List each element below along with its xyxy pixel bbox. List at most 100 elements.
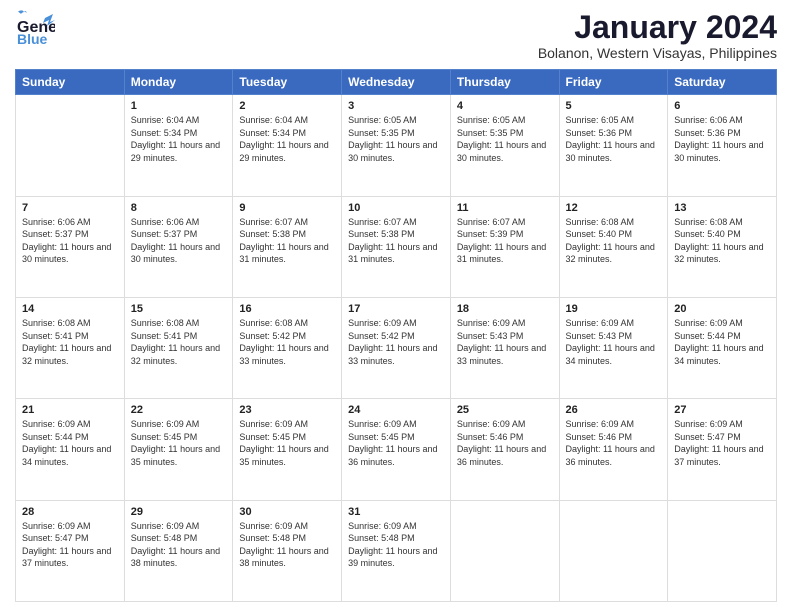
calendar-cell: 27 Sunrise: 6:09 AM Sunset: 5:47 PM Dayli…: [668, 399, 777, 500]
day-number: 29: [131, 506, 227, 518]
cell-daylight-info: Sunrise: 6:08 AM Sunset: 5:40 PM Dayligh…: [566, 216, 662, 266]
calendar-week-row: 14 Sunrise: 6:08 AM Sunset: 5:41 PM Dayli…: [16, 297, 777, 398]
day-number: 6: [674, 100, 770, 112]
calendar-cell: 8 Sunrise: 6:06 AM Sunset: 5:37 PM Daylig…: [124, 196, 233, 297]
cell-daylight-info: Sunrise: 6:07 AM Sunset: 5:39 PM Dayligh…: [457, 216, 553, 266]
cell-daylight-info: Sunrise: 6:06 AM Sunset: 5:37 PM Dayligh…: [22, 216, 118, 266]
day-number: 31: [348, 506, 444, 518]
cell-daylight-info: Sunrise: 6:09 AM Sunset: 5:45 PM Dayligh…: [348, 418, 444, 468]
calendar-cell: 15Sunrise: 6:08 AM Sunset: 5:41 PM Dayli…: [124, 297, 233, 398]
cell-daylight-info: Sunrise: 6:09 AM Sunset: 5:48 PM Dayligh…: [239, 520, 335, 570]
calendar-cell: 3 Sunrise: 6:05 AM Sunset: 5:35 PM Daylig…: [342, 95, 451, 196]
day-number: 10: [348, 202, 444, 214]
calendar-week-row: 28Sunrise: 6:09 AM Sunset: 5:47 PM Dayli…: [16, 500, 777, 601]
calendar-cell: 26Sunrise: 6:09 AM Sunset: 5:46 PM Dayli…: [559, 399, 668, 500]
col-thursday: Thursday: [450, 70, 559, 95]
cell-daylight-info: Sunrise: 6:09 AM Sunset: 5:46 PM Dayligh…: [566, 418, 662, 468]
calendar-cell: 18 Sunrise: 6:09 AM Sunset: 5:43 PM Dayli…: [450, 297, 559, 398]
day-number: 25: [457, 404, 553, 416]
day-number: 7: [22, 202, 118, 214]
day-number: 30: [239, 506, 335, 518]
cell-daylight-info: Sunrise: 6:09 AM Sunset: 5:46 PM Dayligh…: [457, 418, 553, 468]
cell-daylight-info: Sunrise: 6:09 AM Sunset: 5:43 PM Dayligh…: [566, 317, 662, 367]
cell-daylight-info: Sunrise: 6:07 AM Sunset: 5:38 PM Dayligh…: [239, 216, 335, 266]
cell-daylight-info: Sunrise: 6:09 AM Sunset: 5:47 PM Dayligh…: [674, 418, 770, 468]
col-sunday: Sunday: [16, 70, 125, 95]
day-number: 11: [457, 202, 553, 214]
calendar-cell: 6 Sunrise: 6:06 AM Sunset: 5:36 PM Daylig…: [668, 95, 777, 196]
calendar-cell: [16, 95, 125, 196]
calendar-week-row: 21Sunrise: 6:09 AM Sunset: 5:44 PM Dayli…: [16, 399, 777, 500]
day-number: 27: [674, 404, 770, 416]
col-saturday: Saturday: [668, 70, 777, 95]
header: General Blue January 2024 Bolanon, Weste…: [15, 10, 777, 61]
day-number: 20: [674, 303, 770, 315]
cell-daylight-info: Sunrise: 6:09 AM Sunset: 5:42 PM Dayligh…: [348, 317, 444, 367]
calendar-cell: [559, 500, 668, 601]
calendar-cell: 5 Sunrise: 6:05 AM Sunset: 5:36 PM Daylig…: [559, 95, 668, 196]
day-number: 23: [239, 404, 335, 416]
calendar-cell: 19 Sunrise: 6:09 AM Sunset: 5:43 PM Dayli…: [559, 297, 668, 398]
calendar-header-row: Sunday Monday Tuesday Wednesday Thursday…: [16, 70, 777, 95]
main-title: January 2024: [538, 10, 777, 45]
day-number: 1: [131, 100, 227, 112]
calendar-cell: 14 Sunrise: 6:08 AM Sunset: 5:41 PM Dayli…: [16, 297, 125, 398]
col-monday: Monday: [124, 70, 233, 95]
day-number: 3: [348, 100, 444, 112]
day-number: 5: [566, 100, 662, 112]
cell-daylight-info: Sunrise: 6:08 AM Sunset: 5:41 PM Dayligh…: [131, 317, 227, 367]
col-tuesday: Tuesday: [233, 70, 342, 95]
cell-daylight-info: Sunrise: 6:08 AM Sunset: 5:40 PM Dayligh…: [674, 216, 770, 266]
calendar-cell: 9 Sunrise: 6:07 AM Sunset: 5:38 PM Daylig…: [233, 196, 342, 297]
day-number: 18: [457, 303, 553, 315]
cell-daylight-info: Sunrise: 6:09 AM Sunset: 5:47 PM Dayligh…: [22, 520, 118, 570]
calendar-cell: 12 Sunrise: 6:08 AM Sunset: 5:40 PM Dayli…: [559, 196, 668, 297]
cell-daylight-info: Sunrise: 6:04 AM Sunset: 5:34 PM Dayligh…: [239, 114, 335, 164]
cell-daylight-info: Sunrise: 6:06 AM Sunset: 5:36 PM Dayligh…: [674, 114, 770, 164]
cell-daylight-info: Sunrise: 6:09 AM Sunset: 5:44 PM Dayligh…: [22, 418, 118, 468]
calendar-week-row: 7 Sunrise: 6:06 AM Sunset: 5:37 PM Daylig…: [16, 196, 777, 297]
cell-daylight-info: Sunrise: 6:08 AM Sunset: 5:41 PM Dayligh…: [22, 317, 118, 367]
day-number: 9: [239, 202, 335, 214]
col-friday: Friday: [559, 70, 668, 95]
calendar-cell: 22 Sunrise: 6:09 AM Sunset: 5:45 PM Dayli…: [124, 399, 233, 500]
logo-icon: General Blue: [15, 10, 55, 50]
calendar-cell: 17 Sunrise: 6:09 AM Sunset: 5:42 PM Dayli…: [342, 297, 451, 398]
cell-daylight-info: Sunrise: 6:05 AM Sunset: 5:36 PM Dayligh…: [566, 114, 662, 164]
day-number: 16: [239, 303, 335, 315]
calendar-cell: 20 Sunrise: 6:09 AM Sunset: 5:44 PM Dayli…: [668, 297, 777, 398]
cell-daylight-info: Sunrise: 6:09 AM Sunset: 5:45 PM Dayligh…: [239, 418, 335, 468]
cell-daylight-info: Sunrise: 6:08 AM Sunset: 5:42 PM Dayligh…: [239, 317, 335, 367]
cell-daylight-info: Sunrise: 6:05 AM Sunset: 5:35 PM Dayligh…: [457, 114, 553, 164]
cell-daylight-info: Sunrise: 6:06 AM Sunset: 5:37 PM Dayligh…: [131, 216, 227, 266]
day-number: 22: [131, 404, 227, 416]
logo: General Blue: [15, 10, 55, 50]
cell-daylight-info: Sunrise: 6:04 AM Sunset: 5:34 PM Dayligh…: [131, 114, 227, 164]
cell-daylight-info: Sunrise: 6:07 AM Sunset: 5:38 PM Dayligh…: [348, 216, 444, 266]
calendar-week-row: 1 Sunrise: 6:04 AM Sunset: 5:34 PM Daylig…: [16, 95, 777, 196]
calendar-cell: 31 Sunrise: 6:09 AM Sunset: 5:48 PM Dayli…: [342, 500, 451, 601]
day-number: 24: [348, 404, 444, 416]
calendar-cell: 23 Sunrise: 6:09 AM Sunset: 5:45 PM Dayli…: [233, 399, 342, 500]
day-number: 14: [22, 303, 118, 315]
cell-daylight-info: Sunrise: 6:05 AM Sunset: 5:35 PM Dayligh…: [348, 114, 444, 164]
cell-daylight-info: Sunrise: 6:09 AM Sunset: 5:48 PM Dayligh…: [131, 520, 227, 570]
col-wednesday: Wednesday: [342, 70, 451, 95]
calendar-cell: 1 Sunrise: 6:04 AM Sunset: 5:34 PM Daylig…: [124, 95, 233, 196]
day-number: 8: [131, 202, 227, 214]
cell-daylight-info: Sunrise: 6:09 AM Sunset: 5:45 PM Dayligh…: [131, 418, 227, 468]
calendar-cell: 10 Sunrise: 6:07 AM Sunset: 5:38 PM Dayli…: [342, 196, 451, 297]
calendar-cell: 7 Sunrise: 6:06 AM Sunset: 5:37 PM Daylig…: [16, 196, 125, 297]
day-number: 17: [348, 303, 444, 315]
day-number: 19: [566, 303, 662, 315]
title-block: January 2024 Bolanon, Western Visayas, P…: [538, 10, 777, 61]
cell-daylight-info: Sunrise: 6:09 AM Sunset: 5:48 PM Dayligh…: [348, 520, 444, 570]
day-number: 12: [566, 202, 662, 214]
cell-daylight-info: Sunrise: 6:09 AM Sunset: 5:44 PM Dayligh…: [674, 317, 770, 367]
day-number: 13: [674, 202, 770, 214]
calendar-cell: 21Sunrise: 6:09 AM Sunset: 5:44 PM Dayli…: [16, 399, 125, 500]
calendar-cell: 24 Sunrise: 6:09 AM Sunset: 5:45 PM Dayli…: [342, 399, 451, 500]
calendar-cell: 25 Sunrise: 6:09 AM Sunset: 5:46 PM Dayli…: [450, 399, 559, 500]
cell-daylight-info: Sunrise: 6:09 AM Sunset: 5:43 PM Dayligh…: [457, 317, 553, 367]
calendar-cell: 2Sunrise: 6:04 AM Sunset: 5:34 PM Daylig…: [233, 95, 342, 196]
